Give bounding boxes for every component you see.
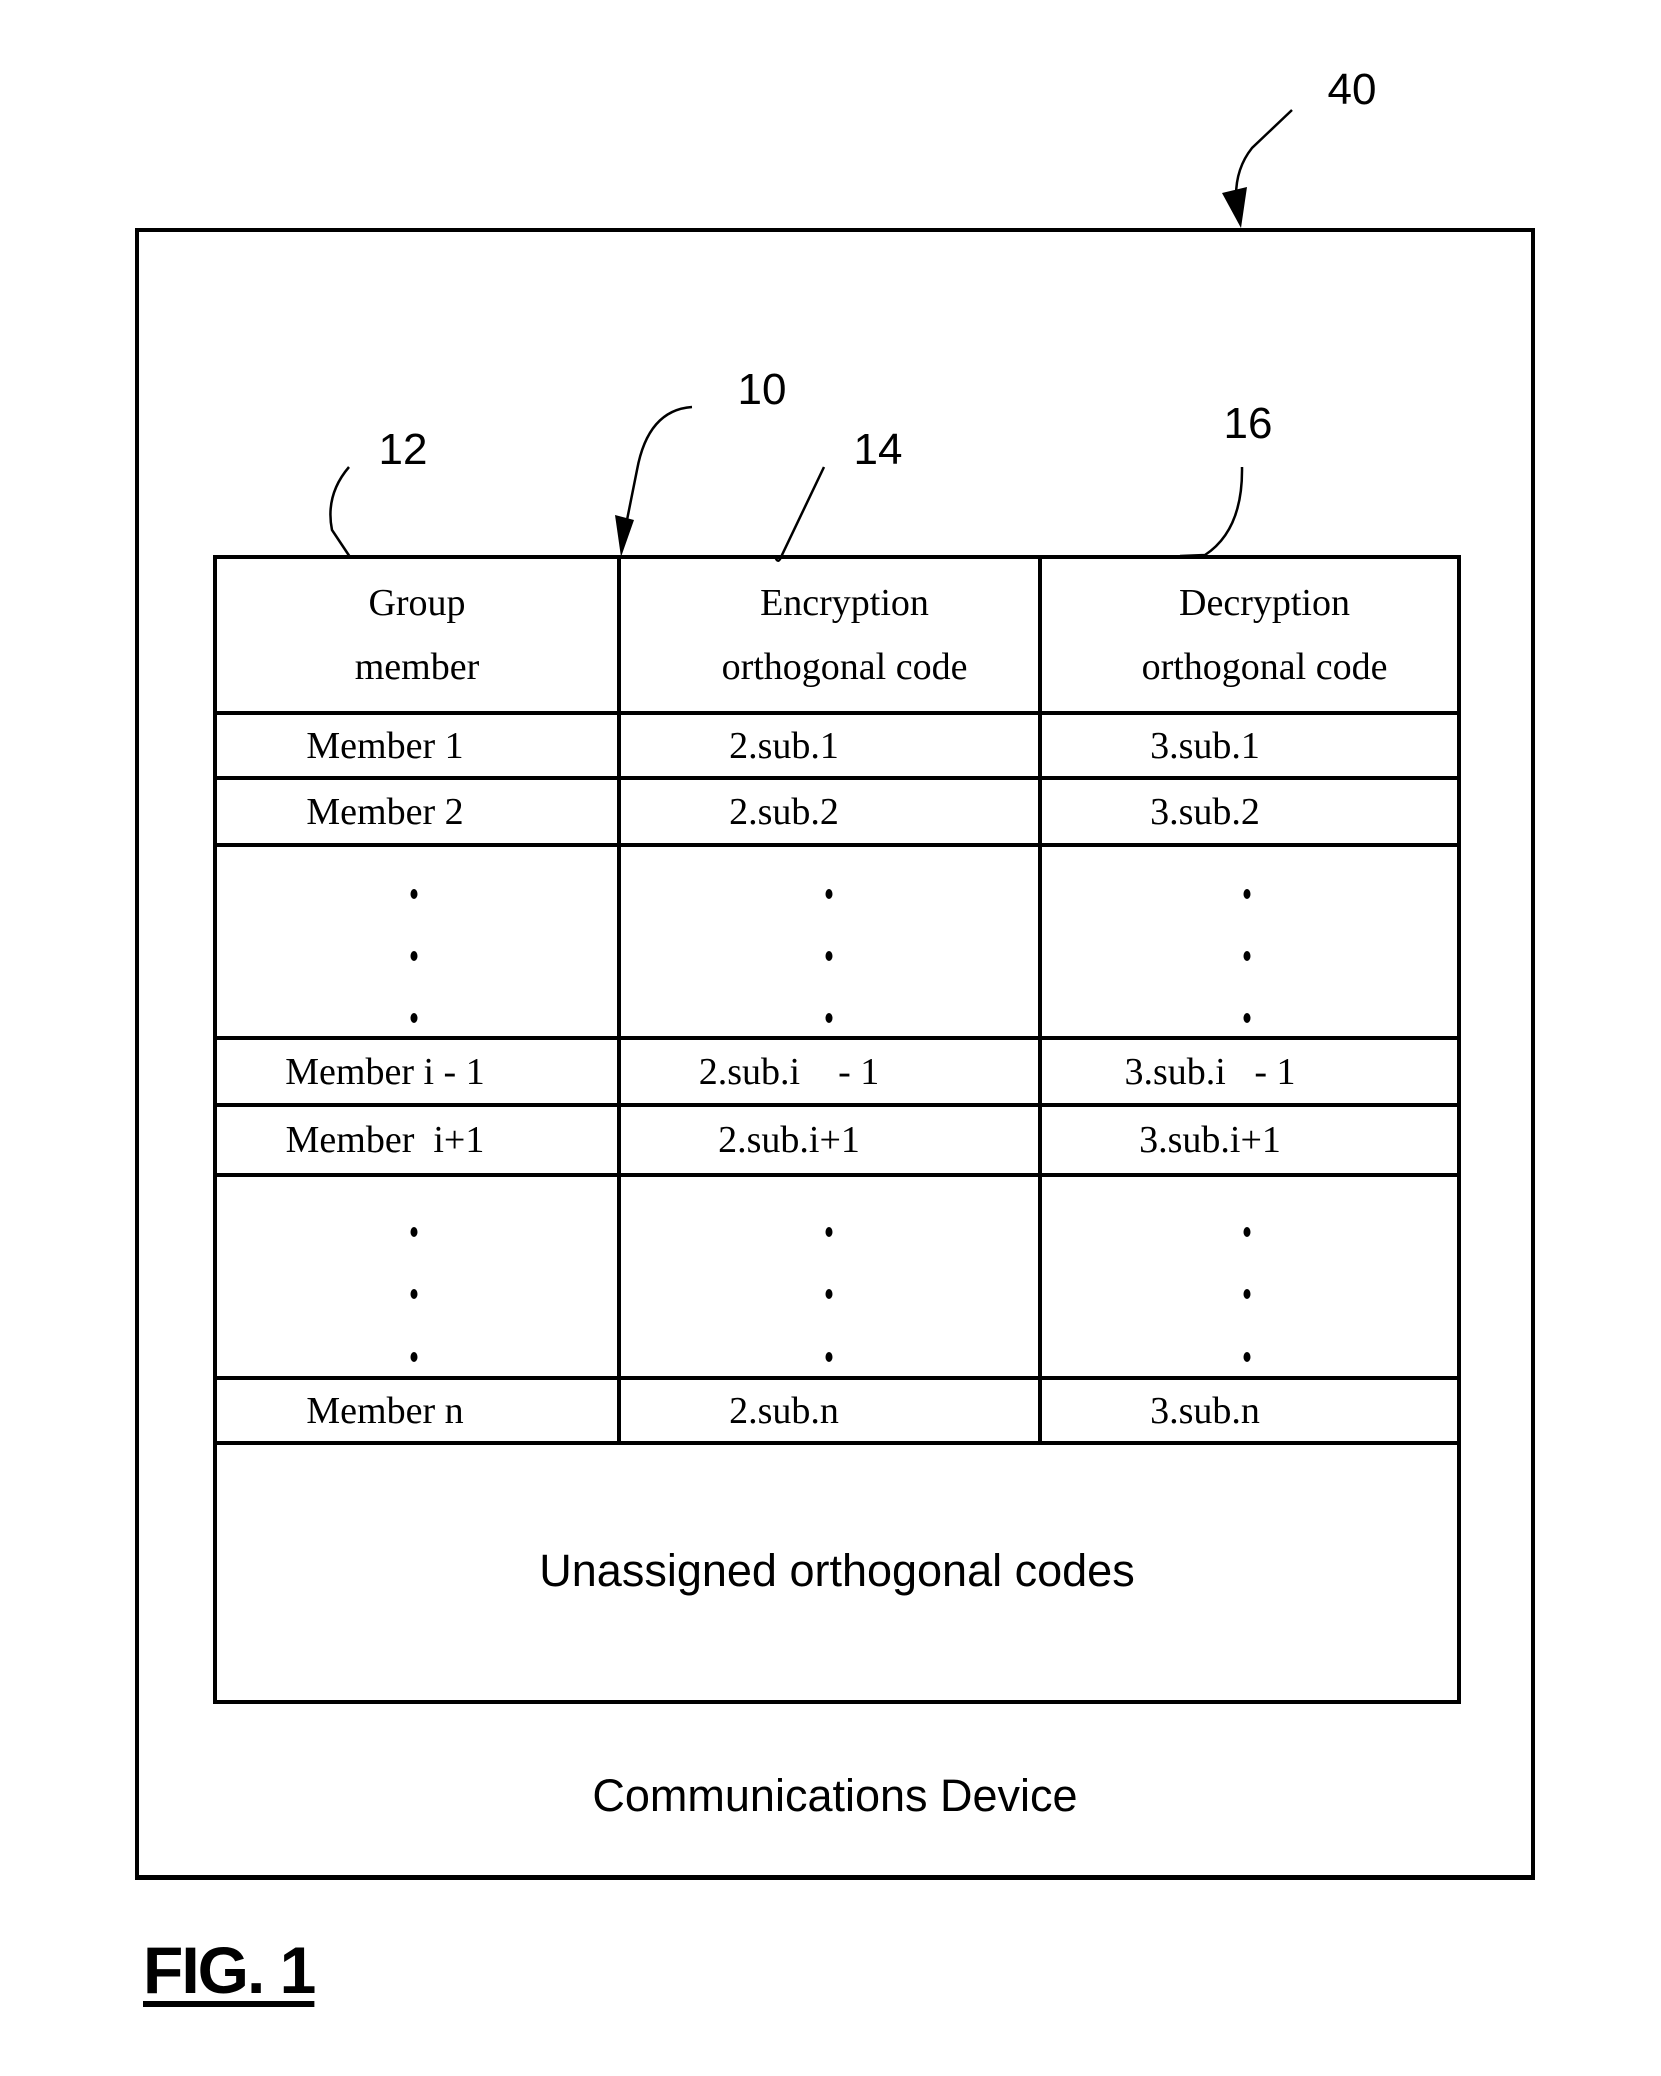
table-row-decryption-cell: 3.sub.n xyxy=(1150,1389,1260,1432)
ellipsis-dot xyxy=(825,1013,833,1023)
ellipsis-dot xyxy=(410,1227,418,1237)
ellipsis-dot xyxy=(410,1289,418,1299)
ellipsis-dot xyxy=(410,889,418,899)
table-row-decryption-cell: 3.sub.i - 1 xyxy=(1124,1050,1296,1093)
header-encryption-code: Encryption orthogonal code xyxy=(619,557,1040,713)
leader-line-10 xyxy=(625,405,693,521)
table-row-encryption-cell: 2.sub.i+1 xyxy=(718,1119,860,1161)
ref-numeral-10: 10 xyxy=(737,365,787,414)
table-row-member-cell: Member i+1 xyxy=(285,1119,485,1161)
header-line: orthogonal code xyxy=(721,646,968,688)
table-row-encryption-cell: 2.sub.n xyxy=(729,1389,839,1432)
table-row-decryption-cell: 3.sub.2 xyxy=(1150,790,1260,833)
table-row-member-cell: Member i - 1 xyxy=(285,1050,485,1093)
ellipsis-dot xyxy=(1243,1289,1251,1299)
ellipsis-dot xyxy=(410,951,418,961)
table-row-decryption-cell: 3.sub.1 xyxy=(1150,724,1260,767)
table-row-encryption-cell: 2.sub.2 xyxy=(729,790,839,833)
ref-numeral-40: 40 xyxy=(1327,65,1377,114)
figure-label: FIG. 1 xyxy=(143,1933,316,2007)
ellipsis-dot xyxy=(1243,889,1251,899)
ellipsis-dot xyxy=(825,1289,833,1299)
leader-line-12 xyxy=(329,466,352,558)
ref-numeral-12: 12 xyxy=(378,425,428,474)
header-line: Group xyxy=(368,582,466,624)
device-label: Communications Device xyxy=(592,1770,1078,1821)
ellipsis-dot xyxy=(825,1227,833,1237)
leader-line-16 xyxy=(1179,466,1244,558)
ref-numeral-16: 16 xyxy=(1223,399,1273,448)
table-row-encryption-cell: 2.sub.i - 1 xyxy=(698,1050,880,1093)
unassigned-codes-label: Unassigned orthogonal codes xyxy=(539,1545,1135,1596)
leader-line-14 xyxy=(773,466,826,562)
leader-line-40 xyxy=(1234,109,1293,197)
header-line: Decryption xyxy=(1179,582,1350,624)
header-decryption-code: Decryption orthogonal code xyxy=(1040,557,1459,713)
ellipsis-dot xyxy=(1243,951,1251,961)
ellipsis-dot xyxy=(1243,1227,1251,1237)
table-row-member-cell: Member 2 xyxy=(306,790,464,833)
ellipsis-dot xyxy=(1243,1013,1251,1023)
header-line: member xyxy=(354,646,480,688)
arrowhead-40 xyxy=(1222,187,1247,228)
ellipsis-dot xyxy=(1243,1352,1251,1362)
table-row-decryption-cell: 3.sub.i+1 xyxy=(1139,1119,1281,1161)
header-line: orthogonal code xyxy=(1141,646,1388,688)
header-group-member: Group member xyxy=(215,557,619,713)
ellipsis-dot xyxy=(410,1352,418,1362)
ellipsis-dot xyxy=(825,1352,833,1362)
table-row-member-cell: Member n xyxy=(306,1389,464,1432)
arrowhead-10 xyxy=(615,515,634,557)
header-line: Encryption xyxy=(760,582,929,624)
ref-numeral-14: 14 xyxy=(853,425,903,474)
table-row-encryption-cell: 2.sub.1 xyxy=(729,724,839,767)
table-row-member-cell: Member 1 xyxy=(306,724,464,767)
ellipsis-dot xyxy=(410,1013,418,1023)
ellipsis-dot xyxy=(825,951,833,961)
ellipsis-dot xyxy=(825,889,833,899)
